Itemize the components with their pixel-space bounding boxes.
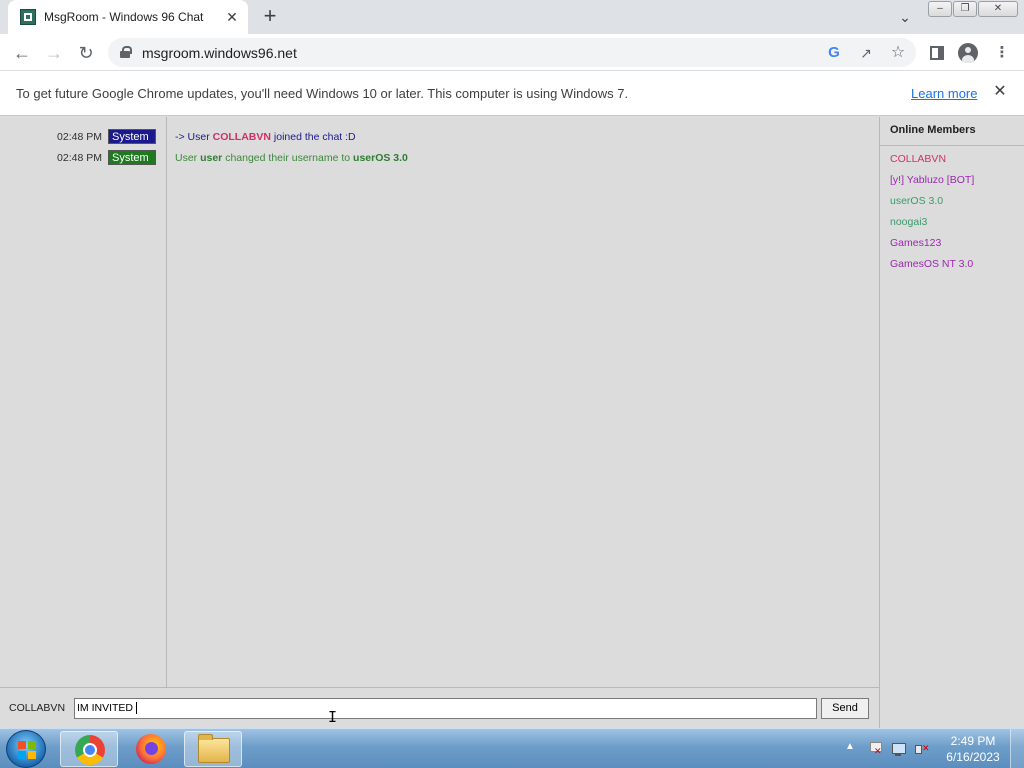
- tab-close-icon[interactable]: ✕: [224, 9, 240, 26]
- message-fragment: joined the chat :D: [270, 131, 356, 143]
- send-button[interactable]: Send: [821, 698, 869, 719]
- window-close-button[interactable]: ✕: [978, 1, 1018, 17]
- message-username: user: [200, 152, 223, 164]
- system-badge: System: [108, 150, 156, 165]
- tab-strip: MsgRoom - Windows 96 Chat ✕ + ⌄ – ❐ ✕: [0, 0, 1024, 34]
- window-restore-button[interactable]: ❐: [953, 1, 977, 17]
- back-arrow-icon[interactable]: ←: [9, 40, 35, 66]
- member-item[interactable]: COLLABVN: [890, 152, 974, 173]
- message-area: [167, 117, 879, 687]
- message-username: userOS 3.0: [353, 152, 408, 164]
- clock-date: 6/16/2023: [946, 750, 1000, 764]
- action-center-flag-icon[interactable]: [867, 741, 883, 757]
- chat-message: 02:48 PM System User user changed their us…: [0, 150, 879, 166]
- message-fragment: changed their username to: [222, 152, 354, 164]
- profile-avatar-icon[interactable]: [958, 43, 978, 63]
- network-icon[interactable]: [890, 741, 906, 757]
- message-input[interactable]: IM INVITED: [74, 698, 817, 719]
- message-fragment: User: [175, 152, 201, 164]
- timestamp-gutter: [0, 117, 167, 687]
- show-hidden-icons-icon[interactable]: ▲: [845, 741, 855, 752]
- firefox-icon: [136, 734, 166, 764]
- members-title: Online Members: [890, 124, 976, 136]
- windows-logo-icon: [18, 741, 36, 759]
- message-timestamp: 02:48 PM: [57, 152, 102, 164]
- message-text: -> User COLLABVN joined the chat :D: [175, 131, 356, 143]
- member-item[interactable]: noogai3: [890, 215, 974, 236]
- browser-toolbar: ← → ↻ msgroom.windows96.net G ↗ ☆ ⋮: [0, 34, 1024, 71]
- member-item[interactable]: userOS 3.0: [890, 194, 974, 215]
- taskbar-explorer[interactable]: [184, 731, 242, 767]
- infobar-close-icon[interactable]: ✕: [990, 82, 1010, 102]
- chrome-icon: [75, 735, 105, 765]
- windows-taskbar: ▲ 2:49 PM 6/16/2023: [0, 728, 1024, 768]
- chat-message: 02:48 PM System -> User COLLABVN joined th…: [0, 129, 879, 145]
- current-nickname: COLLABVN: [9, 702, 66, 714]
- show-desktop-button[interactable]: [1010, 729, 1024, 768]
- message-input-value[interactable]: IM INVITED: [77, 702, 133, 714]
- system-badge: System: [108, 129, 156, 144]
- kebab-menu-icon[interactable]: ⋮: [992, 43, 1012, 63]
- msgroom-app: 02:48 PM System -> User COLLABVN joined th…: [0, 117, 1024, 728]
- new-tab-button[interactable]: +: [258, 5, 282, 29]
- folder-icon: [198, 734, 230, 763]
- clock[interactable]: 2:49 PM 6/16/2023: [940, 733, 1006, 765]
- online-members-panel: Online Members COLLABVN [y!] Yabluzo [BOT…: [879, 117, 1024, 728]
- member-item[interactable]: Games123: [890, 236, 974, 257]
- browser-tab[interactable]: MsgRoom - Windows 96 Chat ✕: [8, 0, 248, 34]
- message-fragment: -> User: [175, 131, 213, 143]
- text-cursor-icon: I: [328, 708, 338, 726]
- msgroom-favicon-icon: [20, 9, 36, 25]
- taskbar-firefox[interactable]: [122, 731, 180, 767]
- member-item[interactable]: [y!] Yabluzo [BOT]: [890, 173, 974, 194]
- message-username: COLLABVN: [212, 131, 271, 143]
- address-url[interactable]: msgroom.windows96.net: [142, 45, 297, 61]
- volume-muted-icon[interactable]: [914, 741, 930, 757]
- clock-time: 2:49 PM: [950, 734, 996, 748]
- start-button[interactable]: [6, 730, 46, 768]
- member-item[interactable]: GamesOS NT 3.0: [890, 257, 974, 278]
- system-tray: ▲ 2:49 PM 6/16/2023: [840, 729, 1024, 768]
- google-lens-icon[interactable]: G: [824, 43, 844, 63]
- text-caret: [136, 702, 138, 715]
- member-list: COLLABVN [y!] Yabluzo [BOT] userOS 3.0 noog…: [890, 152, 974, 278]
- message-composer: COLLABVN IM INVITED Send: [0, 687, 879, 728]
- infobar-message: To get future Google Chrome updates, you…: [16, 86, 629, 101]
- members-divider: [880, 145, 1024, 146]
- forward-arrow-icon[interactable]: →: [41, 40, 67, 66]
- bookmark-star-icon[interactable]: ☆: [888, 43, 908, 63]
- window-minimize-button[interactable]: –: [928, 1, 952, 17]
- lock-icon[interactable]: [120, 46, 132, 58]
- update-infobar: To get future Google Chrome updates, you…: [0, 71, 1024, 116]
- message-text: User user changed their username to user…: [175, 152, 408, 164]
- tab-search-chevron-icon[interactable]: ⌄: [894, 6, 916, 28]
- reload-icon[interactable]: ↻: [73, 40, 99, 66]
- taskbar-chrome[interactable]: [60, 731, 118, 767]
- message-timestamp: 02:48 PM: [57, 131, 102, 143]
- address-bar[interactable]: msgroom.windows96.net G ↗ ☆: [108, 38, 916, 67]
- side-panel-icon[interactable]: [927, 43, 947, 63]
- share-icon[interactable]: ↗: [856, 43, 876, 63]
- tab-title: MsgRoom - Windows 96 Chat: [44, 10, 204, 24]
- learn-more-link[interactable]: Learn more: [911, 86, 977, 101]
